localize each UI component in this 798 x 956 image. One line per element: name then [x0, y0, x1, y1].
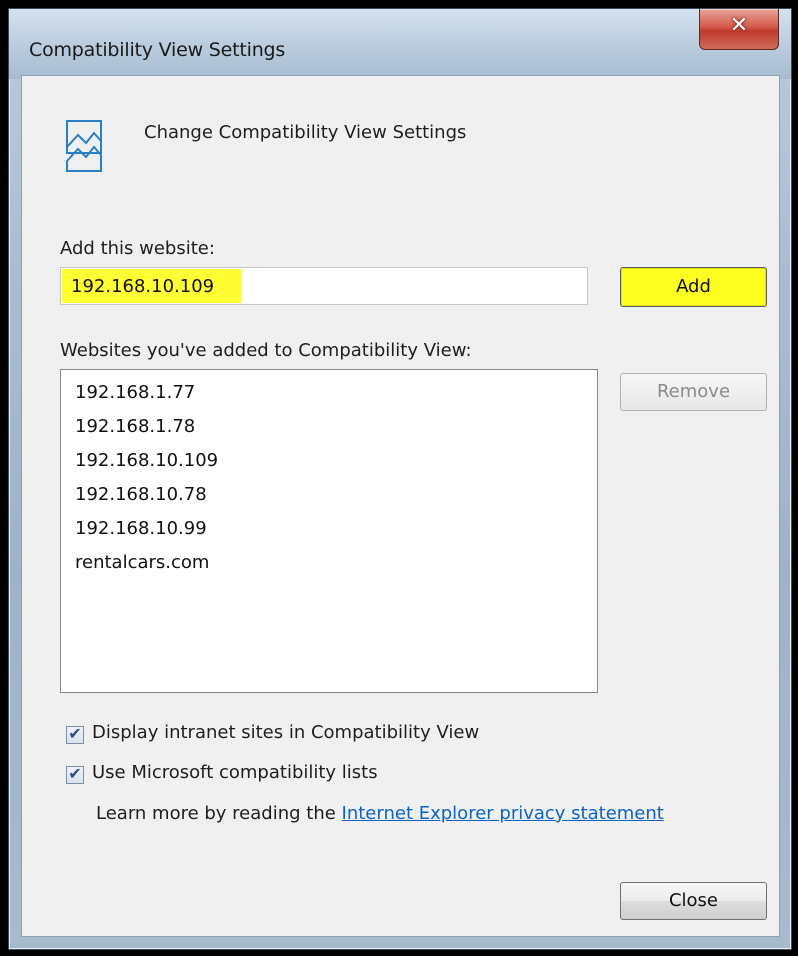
add-website-label: Add this website:	[60, 238, 215, 259]
website-input-box[interactable]	[60, 267, 588, 305]
close-button[interactable]: Close	[620, 882, 767, 920]
site-list[interactable]: 192.168.1.77 192.168.1.78 192.168.10.109…	[60, 369, 598, 693]
site-list-item[interactable]: rentalcars.com	[75, 546, 597, 580]
site-list-item[interactable]: 192.168.1.78	[75, 410, 597, 444]
dialog-window: Compatibility View Settings ✕ Change Com…	[8, 8, 792, 950]
site-list-item[interactable]: 192.168.10.99	[75, 512, 597, 546]
dialog-body: Change Compatibility View Settings Add t…	[21, 75, 780, 937]
compatibility-view-icon	[66, 120, 102, 172]
intranet-checkbox[interactable]: ✔	[66, 724, 84, 744]
site-list-item[interactable]: 192.168.10.78	[75, 478, 597, 512]
site-list-item[interactable]: 192.168.1.77	[75, 376, 597, 410]
close-icon: ✕	[729, 13, 749, 38]
ms-lists-checkbox[interactable]: ✔	[66, 764, 84, 784]
remove-button[interactable]: Remove	[620, 373, 767, 411]
ms-lists-label[interactable]: Use Microsoft compatibility lists	[92, 762, 378, 783]
title-bar: Compatibility View Settings ✕	[9, 9, 791, 79]
site-list-label: Websites you've added to Compatibility V…	[60, 340, 472, 361]
site-list-item[interactable]: 192.168.10.109	[75, 444, 597, 478]
window-title: Compatibility View Settings	[29, 39, 286, 61]
privacy-statement-link[interactable]: Internet Explorer privacy statement	[342, 803, 664, 824]
learn-more-text: Learn more by reading the Internet Explo…	[96, 803, 664, 824]
checkmark-icon: ✔	[68, 724, 82, 743]
website-input[interactable]	[61, 268, 587, 304]
window-close-button[interactable]: ✕	[699, 9, 779, 50]
learn-more-prefix: Learn more by reading the	[96, 803, 342, 824]
intranet-label[interactable]: Display intranet sites in Compatibility …	[92, 722, 479, 743]
dialog-heading: Change Compatibility View Settings	[144, 122, 467, 143]
checkmark-icon: ✔	[68, 764, 82, 783]
add-button[interactable]: Add	[620, 267, 767, 307]
